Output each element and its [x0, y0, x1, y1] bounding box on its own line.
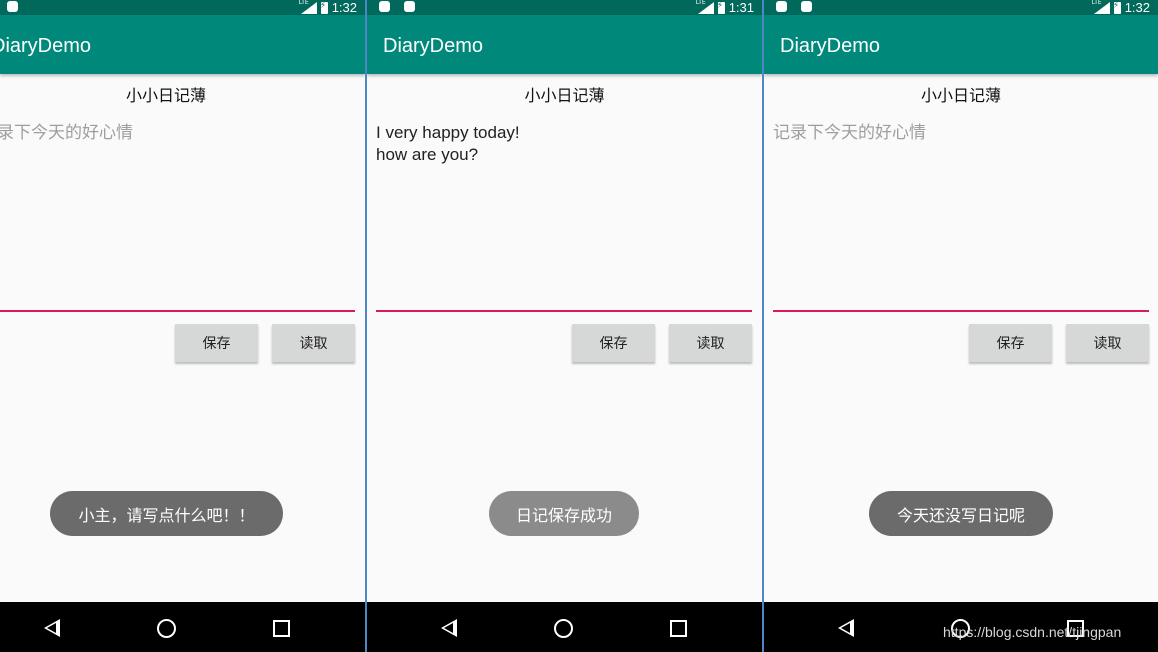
diary-input-line: how are you?	[376, 145, 479, 164]
read-button[interactable]: 读取	[272, 324, 355, 362]
phone-screen-3: LTE 1:32 DiaryDemo 小小日记薄 记录下今天的好心情 保存 读取…	[764, 0, 1158, 652]
app-title: DiaryDemo	[0, 35, 92, 57]
android-notification-icon	[379, 1, 390, 12]
android-notification-icon	[801, 1, 812, 12]
diary-input[interactable]: 记录下今天的好心情	[773, 122, 1149, 312]
nav-back-icon[interactable]	[441, 619, 457, 637]
nav-home-icon[interactable]	[554, 619, 573, 638]
phone-screen-1: LTE 1:32 DiaryDemo 小小日记薄 记录下今天的好心情 保存 读取…	[0, 0, 365, 652]
toast-message: 小主，请写点什么吧！！	[50, 491, 283, 536]
status-bar: LTE 1:32	[0, 0, 365, 15]
status-bar: LTE 1:31	[367, 0, 762, 15]
app-title: DiaryDemo	[780, 35, 881, 57]
status-bar: LTE 1:32	[764, 0, 1158, 15]
toast-message: 今天还没写日记呢	[869, 491, 1053, 536]
battery-charging-icon	[1113, 1, 1121, 14]
diary-input[interactable]: 记录下今天的好心情	[0, 122, 355, 312]
phone-screen-2: LTE 1:31 DiaryDemo 小小日记薄 I very happy to…	[367, 0, 762, 652]
diary-input-line: I very happy today!	[376, 123, 520, 142]
lte-signal-icon: LTE	[696, 0, 714, 14]
toast-message: 日记保存成功	[489, 491, 639, 536]
diary-title: 小小日记薄	[125, 86, 206, 105]
nav-back-icon[interactable]	[838, 619, 854, 637]
nav-bar	[0, 602, 365, 652]
app-bar: DiaryDemo	[764, 15, 1158, 74]
nav-recents-icon[interactable]	[273, 620, 290, 637]
status-time: 1:31	[728, 0, 754, 15]
android-notification-icon	[7, 1, 18, 12]
nav-home-icon[interactable]	[157, 619, 176, 638]
battery-charging-icon	[320, 1, 328, 14]
nav-recents-icon[interactable]	[670, 620, 687, 637]
battery-charging-icon	[717, 1, 725, 14]
diary-input-placeholder: 记录下今天的好心情	[0, 123, 133, 143]
diary-title: 小小日记薄	[524, 86, 605, 105]
nav-back-icon[interactable]	[44, 619, 60, 637]
save-button[interactable]: 保存	[175, 324, 258, 362]
lte-signal-icon: LTE	[299, 0, 317, 14]
save-button[interactable]: 保存	[572, 324, 655, 362]
app-bar: DiaryDemo	[367, 15, 762, 74]
diary-input[interactable]: I very happy today! how are you?	[376, 122, 752, 312]
status-time: 1:32	[1124, 0, 1150, 15]
nav-bar	[367, 602, 762, 652]
app-bar: DiaryDemo	[0, 15, 365, 74]
status-time: 1:32	[331, 0, 357, 15]
read-button[interactable]: 读取	[1066, 324, 1149, 362]
app-title: DiaryDemo	[383, 35, 484, 57]
android-notification-icon	[404, 1, 415, 12]
diary-title: 小小日记薄	[920, 86, 1001, 105]
android-notification-icon	[776, 1, 787, 12]
read-button[interactable]: 读取	[669, 324, 752, 362]
diary-input-placeholder: 记录下今天的好心情	[773, 123, 926, 143]
lte-signal-icon: LTE	[1092, 0, 1110, 14]
save-button[interactable]: 保存	[969, 324, 1052, 362]
watermark: https://blog.csdn.net/tjingpan	[943, 624, 1122, 640]
